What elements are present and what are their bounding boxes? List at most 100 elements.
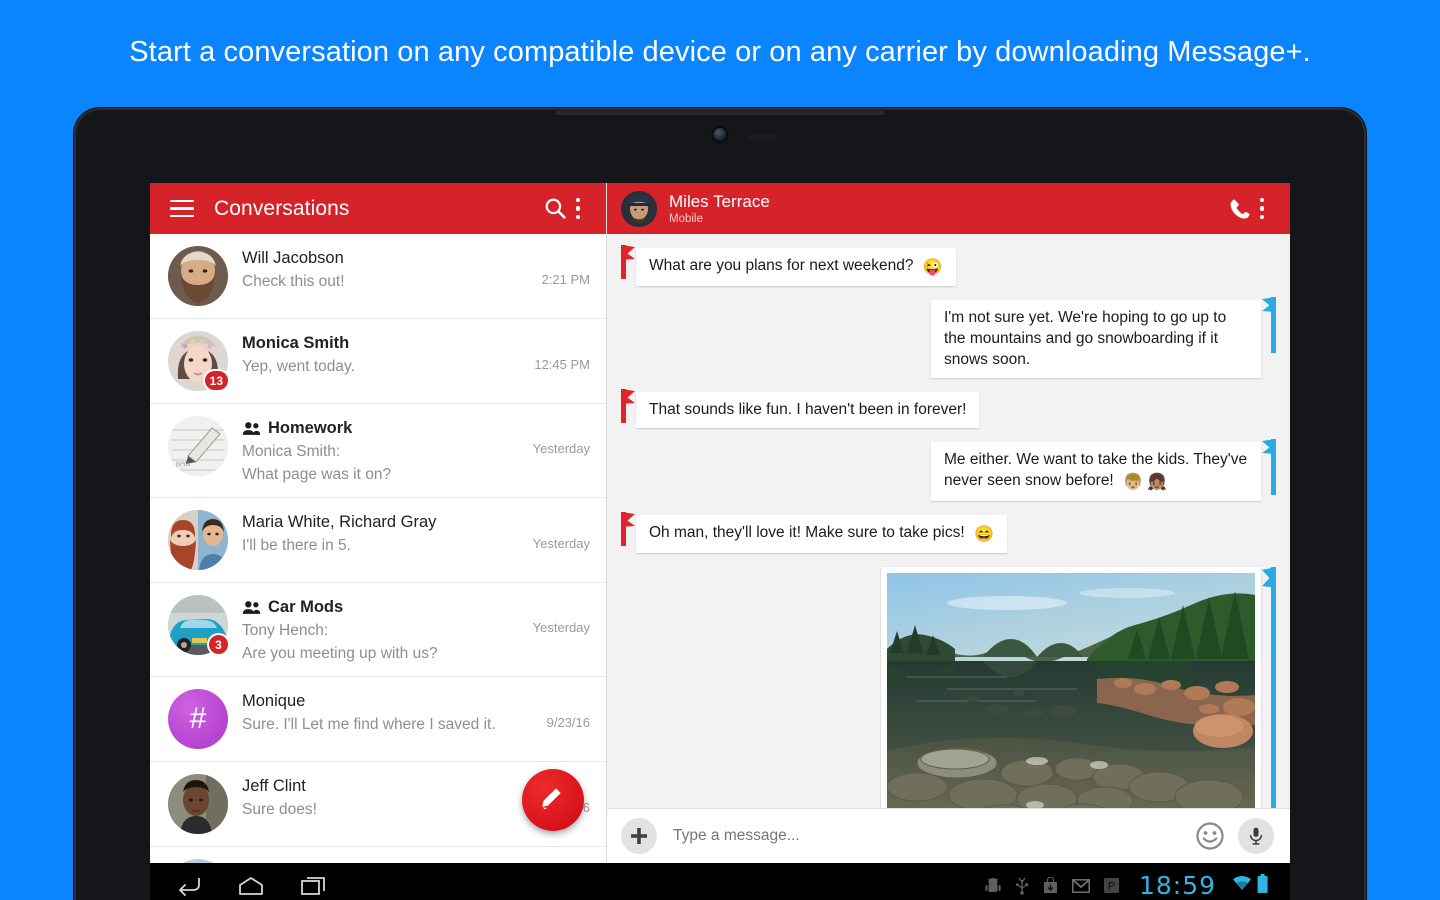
- message-emoji: 👦🏼 👧🏽: [1123, 474, 1167, 491]
- list-item[interactable]: Maria White, Richard Gray I'll be there …: [150, 498, 606, 583]
- list-item[interactable]: 13 Monica Smith Yep, went today. 12:45 P…: [150, 319, 606, 404]
- message-row: I'm not sure yet. We're hoping to go up …: [607, 300, 1290, 378]
- conversations-title: Conversations: [214, 197, 527, 221]
- avatar: [168, 510, 228, 570]
- contact-info: Miles Terrace Mobile: [669, 192, 1212, 226]
- lake-landscape-photo: [887, 573, 1255, 808]
- conversation-timestamp: Yesterday: [533, 536, 590, 551]
- message-bubble: Oh man, they'll love it! Make sure to ta…: [636, 515, 1007, 553]
- list-item[interactable]: 3: [150, 583, 606, 677]
- avatar: [168, 246, 228, 306]
- device-sensor: [748, 134, 778, 140]
- outgoing-message[interactable]: Me either. We want to take the kids. The…: [931, 442, 1276, 501]
- compose-pencil-icon: [538, 783, 568, 818]
- message-bubble: What are you plans for next weekend? 😜: [636, 248, 956, 286]
- outgoing-flag-icon: [1261, 567, 1276, 808]
- tablet-device-frame: Conversations: [74, 108, 1366, 900]
- home-icon[interactable]: [238, 876, 264, 896]
- kebab-menu-icon[interactable]: [568, 198, 589, 220]
- message-thread[interactable]: What are you plans for next weekend? 😜 I…: [607, 234, 1290, 808]
- conversation-name-row: Car Mods: [242, 597, 525, 618]
- message-bubble: I'm not sure yet. We're hoping to go up …: [931, 300, 1261, 378]
- message-row: Oh man, they'll love it! Make sure to ta…: [607, 515, 1290, 553]
- message-text: Me either. We want to take the kids. The…: [944, 451, 1247, 489]
- search-icon[interactable]: [543, 196, 568, 221]
- app-content-area: Conversations: [150, 183, 1290, 863]
- recent-apps-icon[interactable]: [300, 875, 326, 897]
- unread-badge: 13: [203, 369, 230, 392]
- incoming-message[interactable]: That sounds like fun. I haven't been in …: [621, 392, 979, 428]
- outgoing-message[interactable]: I'm not sure yet. We're hoping to go up …: [931, 300, 1276, 378]
- conversation-preview: Yep, went today.: [242, 356, 526, 377]
- gmail-icon: [1072, 879, 1090, 893]
- message-input[interactable]: [673, 827, 1192, 845]
- message-row: Me either. We want to take the kids. The…: [607, 442, 1290, 501]
- message-text: I'm not sure yet. We're hoping to go up …: [944, 309, 1226, 368]
- smiley-icon[interactable]: [1192, 818, 1228, 854]
- device-screen: Conversations: [150, 183, 1290, 900]
- message-row: [607, 567, 1290, 808]
- conversation-preview: Sure does!: [242, 799, 539, 820]
- pushbullet-icon: P: [1104, 878, 1119, 893]
- avatar: [168, 774, 228, 834]
- phone-icon[interactable]: [1228, 197, 1252, 221]
- contact-subtitle: Mobile: [669, 212, 1212, 226]
- plus-icon[interactable]: [621, 818, 657, 854]
- message-bubble: Me either. We want to take the kids. The…: [931, 442, 1261, 501]
- outgoing-photo-message[interactable]: [881, 567, 1276, 808]
- conversation-name: Will Jacobson: [242, 248, 534, 269]
- list-item-body: Monique Sure. I'll Let me find where I s…: [242, 689, 539, 735]
- incoming-message[interactable]: What are you plans for next weekend? 😜: [621, 248, 956, 286]
- list-item[interactable]: Will Jacobson Check this out! 2:21 PM: [150, 234, 606, 319]
- hash-glyph: #: [190, 704, 207, 734]
- kebab-menu-icon[interactable]: [1252, 198, 1273, 220]
- unread-badge: 3: [207, 633, 230, 656]
- conversation-sender: Monica Smith:: [242, 441, 525, 462]
- message-row: That sounds like fun. I haven't been in …: [607, 392, 1290, 428]
- conversations-panel: Conversations: [150, 183, 607, 863]
- message-emoji: 😄: [974, 526, 994, 543]
- conversation-list[interactable]: Will Jacobson Check this out! 2:21 PM: [150, 234, 606, 863]
- contact-avatar[interactable]: [621, 191, 657, 227]
- conversation-timestamp: 2:21 PM: [542, 272, 590, 287]
- message-text: What are you plans for next weekend?: [649, 257, 914, 274]
- android-navigation-bar: P 18:59: [150, 863, 1290, 900]
- promo-headline: Start a conversation on any compatible d…: [0, 0, 1440, 105]
- conversation-preview: Check this out!: [242, 271, 534, 292]
- list-item[interactable]: Maria White Got it today actually... 9/2…: [150, 847, 606, 863]
- device-front-camera-icon: [714, 128, 727, 141]
- conversation-timestamp: Yesterday: [533, 620, 590, 635]
- incoming-flag-icon: [621, 512, 636, 551]
- contact-name: Miles Terrace: [669, 192, 1212, 211]
- list-item-body: Monica Smith Yep, went today.: [242, 331, 526, 377]
- conversation-timestamp: Yesterday: [533, 441, 590, 456]
- compose-fab-button[interactable]: [522, 769, 584, 831]
- group-people-icon: [242, 600, 261, 615]
- hamburger-icon[interactable]: [170, 200, 194, 218]
- conversation-preview: I'll be there in 5.: [242, 535, 525, 556]
- outgoing-flag-icon: [1261, 439, 1276, 500]
- conversation-sender: Tony Hench:: [242, 620, 525, 641]
- conversation-name-row: Homework: [242, 418, 525, 439]
- message-text: Oh man, they'll love it! Make sure to ta…: [649, 524, 965, 541]
- message-text: That sounds like fun. I haven't been in …: [649, 401, 966, 418]
- incoming-message[interactable]: Oh man, they'll love it! Make sure to ta…: [621, 515, 1007, 553]
- message-emoji: 😜: [923, 259, 943, 276]
- list-item[interactable]: # Monique Sure. I'll Let me find where I…: [150, 677, 606, 762]
- status-clock: 18:59: [1139, 871, 1216, 900]
- incoming-flag-icon: [621, 389, 636, 428]
- incoming-flag-icon: [621, 245, 636, 284]
- chat-appbar: Miles Terrace Mobile: [607, 183, 1290, 234]
- conversation-name: Car Mods: [268, 597, 343, 618]
- list-item-body: Homework Monica Smith: What page was it …: [242, 416, 525, 485]
- microphone-icon[interactable]: [1238, 818, 1274, 854]
- device-speaker: [555, 111, 885, 115]
- conversation-name: Maria White, Richard Gray: [242, 512, 525, 533]
- list-item[interactable]: ∫x²dx: [150, 404, 606, 498]
- list-item-body: Jeff Clint Sure does!: [242, 774, 539, 820]
- connectivity-icons: [1232, 874, 1268, 898]
- back-arrow-icon[interactable]: [176, 875, 202, 897]
- group-people-icon: [242, 421, 261, 436]
- photo-attachment[interactable]: [881, 567, 1261, 808]
- downloads-icon: [1043, 877, 1058, 894]
